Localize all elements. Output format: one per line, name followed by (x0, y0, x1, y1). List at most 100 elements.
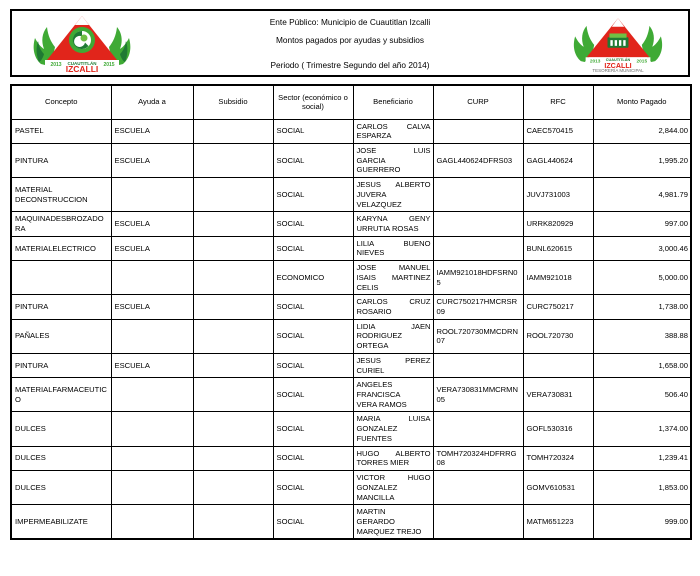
text-line: LIDIA JAEN (356, 321, 431, 331)
cell-concepto: DULCES (10, 411, 112, 447)
svg-text:IZCALLI: IZCALLI (66, 64, 99, 74)
cell-concepto: DULCES (10, 445, 112, 472)
cell-beneficiario: JOSE MANUEL ISAIS MARTINEZ CELIS (352, 260, 434, 296)
text-line: MARQUEZ TREJO (356, 526, 422, 536)
cell-ayuda-a (110, 377, 194, 413)
header-line-ente: Ente Público: Municipio de Cuautitlan Iz… (269, 17, 431, 28)
table-row: DULCES SOCIAL MARIA LUISA GONZALEZ FUENTES GO… (10, 411, 692, 447)
text-line: ELECTRICO (52, 243, 96, 253)
column-header-curp: CURP (432, 84, 524, 120)
text-line: VICTOR HUGO (356, 473, 431, 483)
logo-left-cell: CUAUTITLÁN 2013 2015 IZCALLI (12, 11, 152, 75)
cell-subsidio (192, 294, 274, 320)
cell-beneficiario: JESUS ALBERTO JUVERA VELAZQUEZ (352, 177, 434, 213)
cell-ayuda-a: ESCUELA (110, 294, 194, 320)
text-line: GUERRERO (356, 165, 401, 175)
cell-sector: SOCIAL (272, 445, 354, 472)
cell-subsidio (192, 118, 274, 144)
report-page: CUAUTITLÁN 2013 2015 IZCALLI Ente Públic… (0, 0, 700, 576)
column-header-subsidio: Subsidio (192, 84, 274, 120)
cell-curp: ROOL720730MMCDRN07 (432, 318, 524, 354)
cell-sector: SOCIAL (272, 235, 354, 262)
cell-concepto: MATERIALFARMACEUTICO (10, 377, 112, 413)
cell-concepto: MAQUINADESBROZADORA (10, 211, 112, 237)
cell-beneficiario: VICTOR HUGO GONZALEZ MANCILLA (352, 470, 434, 506)
cell-monto-pagado: 1,239.41 (592, 445, 692, 472)
cell-ayuda-a (110, 470, 194, 506)
cell-sector: SOCIAL (272, 177, 354, 213)
text-line: KARYNA GENY (356, 214, 431, 224)
cell-beneficiario: MARIA LUISA GONZALEZ FUENTES (352, 411, 434, 447)
cell-rfc: JUVJ731003 (522, 177, 594, 213)
cell-curp (432, 211, 524, 237)
column-header-monto-pagado: Monto Pagado (592, 84, 692, 120)
text-line: ESPARZA (356, 131, 392, 141)
text-line: CARLOS CRUZ (356, 297, 431, 307)
cell-ayuda-a: ESCUELA (110, 235, 194, 262)
text-line: JUVERA (356, 189, 387, 199)
svg-text:2015: 2015 (103, 62, 114, 68)
text-line: CONSTRUCCION (25, 194, 88, 204)
text-line: FRANCISCA (356, 390, 401, 400)
table-header: Concepto Ayuda a Subsidio Sector (económ… (10, 84, 692, 120)
text-line: GONZALEZ (356, 482, 398, 492)
header-line-periodo: Periodo ( Trimestre Segundo del año 2014… (270, 59, 430, 70)
cell-ayuda-a (110, 445, 194, 472)
text-line: GONZALEZ (356, 424, 398, 434)
text-line: GERARDO (356, 516, 395, 526)
text-line: VELAZQUEZ (356, 199, 402, 209)
cell-beneficiario: LILIA BUENO NIEVES (352, 235, 434, 262)
table-row: MATERIALELECTRICO ESCUELA SOCIAL LILIA BUEN… (10, 235, 692, 262)
cell-beneficiario: LIDIA JAEN RODRIGUEZ ORTEGA (352, 318, 434, 354)
cell-curp (432, 235, 524, 262)
svg-text:2013: 2013 (50, 62, 61, 68)
cell-monto-pagado: 1,853.00 (592, 470, 692, 506)
cell-beneficiario: JESUS PEREZ CURIEL (352, 352, 434, 379)
column-header-ayuda-a: Ayuda a (110, 84, 194, 120)
cell-sector: SOCIAL (272, 318, 354, 354)
text-line: MATERIAL (15, 385, 53, 395)
text-line: JESUS PEREZ (356, 355, 431, 365)
cell-rfc: TOMH720324 (522, 445, 594, 472)
text-line: ORTEGA (356, 341, 389, 351)
cell-rfc: CAEC570415 (522, 118, 594, 144)
cell-subsidio (192, 142, 274, 179)
cell-monto-pagado: 4,981.79 (592, 177, 692, 213)
table-body: PASTEL ESCUELA SOCIAL CARLOS CALVA ESPARZA CA… (10, 118, 692, 540)
text-line: MATERIAL (15, 243, 53, 253)
cell-subsidio (192, 352, 274, 379)
cell-beneficiario: CARLOS CALVA ESPARZA (352, 118, 434, 144)
cell-subsidio (192, 211, 274, 237)
cell-monto-pagado: 1,995.20 (592, 142, 692, 179)
text-line: CURIEL (356, 365, 385, 375)
svg-text:2013: 2013 (590, 59, 601, 65)
cell-beneficiario: MARTIN GERARDO MARQUEZ TREJO (352, 504, 434, 540)
cell-curp: TOMH720324HDFRRG08 (432, 445, 524, 472)
text-line: TORRES MIER (356, 458, 410, 468)
cell-sector: SOCIAL (272, 411, 354, 447)
cell-rfc (522, 352, 594, 379)
table-row: PINTURA ESCUELA SOCIAL JESUS PEREZ CURIEL 1,6… (10, 352, 692, 379)
text-line: VERA RAMOS (356, 399, 407, 409)
table-row: ECONOMICO JOSE MANUEL ISAIS MARTINEZ CELIS I… (10, 260, 692, 296)
payments-table: Concepto Ayuda a Subsidio Sector (económ… (10, 84, 692, 541)
text-line: HUGO ALBERTO (356, 448, 431, 458)
cell-rfc: VERA730831 (522, 377, 594, 413)
cell-monto-pagado: 5,000.00 (592, 260, 692, 296)
cell-sector: SOCIAL (272, 377, 354, 413)
cell-subsidio (192, 235, 274, 262)
text-line: MANCILLA (356, 492, 395, 502)
tesoreria-municipal-logo: CUAUTITLÁN 2013 2015 IZCALLI TESORERÍA M… (573, 18, 663, 73)
cell-concepto: PINTURA (10, 142, 112, 179)
cell-ayuda-a (110, 504, 194, 540)
cell-monto-pagado: 997.00 (592, 211, 692, 237)
cell-rfc: GOFL530316 (522, 411, 594, 447)
logo-right-cell: CUAUTITLÁN 2013 2015 IZCALLI TESORERÍA M… (548, 11, 688, 75)
text-line: GARCIA (356, 155, 386, 165)
cell-concepto: DULCES (10, 470, 112, 506)
cell-subsidio (192, 445, 274, 472)
table-row: PINTURA ESCUELA SOCIAL JOSE LUIS GARCIA GUERR… (10, 142, 692, 179)
cell-subsidio (192, 411, 274, 447)
cell-ayuda-a (110, 177, 194, 213)
cell-sector: SOCIAL (272, 211, 354, 237)
